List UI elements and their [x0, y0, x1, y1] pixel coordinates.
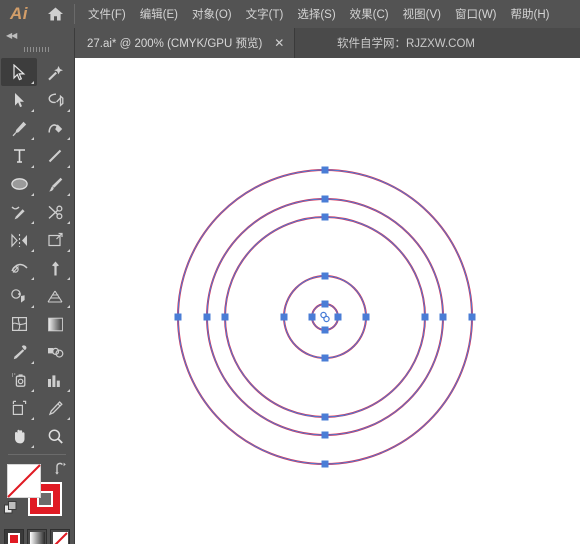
anchor-point[interactable] — [321, 460, 329, 468]
document-tab-label: 27.ai* @ 200% (CMYK/GPU 预览) — [87, 38, 263, 50]
pen-tool[interactable] — [1, 114, 37, 142]
rotate-tool[interactable] — [1, 226, 37, 254]
anchor-point[interactable] — [321, 300, 329, 308]
fill-swatch[interactable] — [7, 464, 41, 498]
anchor-point[interactable] — [321, 326, 329, 334]
tool-panel: ◀◀ — [0, 28, 75, 544]
menu-window[interactable]: 窗口(W) — [448, 0, 504, 28]
color-mode-row — [0, 529, 74, 544]
color-mode-button[interactable] — [4, 529, 24, 544]
eyedropper-tool[interactable] — [1, 338, 37, 366]
anchor-point[interactable] — [421, 313, 429, 321]
direct-selection-tool[interactable] — [1, 86, 37, 114]
scissors-tool[interactable] — [37, 198, 73, 226]
swap-fill-stroke-icon[interactable] — [54, 462, 68, 478]
home-icon[interactable] — [38, 0, 72, 28]
none-slash-icon — [7, 464, 41, 498]
anchor-point[interactable] — [321, 195, 329, 203]
width-tool[interactable] — [1, 254, 37, 282]
collapse-panel-icon[interactable]: ◀◀ — [0, 28, 74, 42]
anchor-point[interactable] — [321, 431, 329, 439]
anchor-point[interactable] — [174, 313, 182, 321]
menu-file[interactable]: 文件(F) — [81, 0, 133, 28]
document-tab[interactable]: 27.ai* @ 200% (CMYK/GPU 预览) ✕ — [75, 28, 296, 58]
tool-flyout-marker — [31, 81, 34, 84]
menu-edit[interactable]: 编辑(E) — [133, 0, 185, 28]
close-icon[interactable]: ✕ — [262, 37, 294, 49]
gradient-mode-button[interactable] — [27, 529, 47, 544]
slice-tool[interactable] — [37, 394, 73, 422]
perspective-grid-tool[interactable] — [37, 282, 73, 310]
menu-object[interactable]: 对象(O) — [185, 0, 239, 28]
tool-grid — [0, 56, 74, 450]
symbol-sprayer-tool[interactable] — [1, 366, 37, 394]
none-mode-button[interactable] — [50, 529, 70, 544]
menu-type[interactable]: 文字(T) — [239, 0, 291, 28]
artwork-circles — [174, 166, 476, 468]
menu-bar: Ai 文件(F) 编辑(E) 对象(O) 文字(T) 选择(S) 效果(C) 视… — [0, 0, 580, 28]
anchor-point[interactable] — [321, 272, 329, 280]
fill-stroke-area — [0, 459, 74, 527]
free-transform-tool[interactable] — [37, 226, 73, 254]
menu-separator — [74, 4, 75, 24]
blend-tool[interactable] — [37, 338, 73, 366]
artboard-canvas[interactable] — [75, 58, 580, 544]
anchor-point[interactable] — [280, 313, 288, 321]
anchor-point[interactable] — [308, 313, 316, 321]
document-tab-bar: 27.ai* @ 200% (CMYK/GPU 预览) ✕ 软件自学网：RJZX… — [75, 28, 580, 58]
anchor-point[interactable] — [221, 313, 229, 321]
anchor-point[interactable] — [334, 313, 342, 321]
anchor-point[interactable] — [439, 313, 447, 321]
shape-builder-tool[interactable] — [1, 282, 37, 310]
illustrator-window: Ai 文件(F) 编辑(E) 对象(O) 文字(T) 选择(S) 效果(C) 视… — [0, 0, 580, 544]
link-anchor-icon — [320, 311, 330, 323]
hand-tool[interactable] — [1, 422, 37, 450]
anchor-point[interactable] — [468, 313, 476, 321]
menu-effect[interactable]: 效果(C) — [343, 0, 396, 28]
column-graph-tool[interactable] — [37, 366, 73, 394]
tool-divider — [8, 454, 66, 455]
default-fill-stroke-icon[interactable] — [4, 501, 17, 514]
zoom-tool[interactable] — [37, 422, 73, 450]
puppet-warp-tool[interactable] — [37, 254, 73, 282]
shaper-tool[interactable] — [1, 198, 37, 226]
menu-view[interactable]: 视图(V) — [396, 0, 448, 28]
anchor-point[interactable] — [321, 213, 329, 221]
curvature-tool[interactable] — [37, 114, 73, 142]
paintbrush-tool[interactable] — [37, 170, 73, 198]
anchor-point[interactable] — [321, 354, 329, 362]
line-segment-tool[interactable] — [37, 142, 73, 170]
lasso-tool[interactable] — [37, 86, 73, 114]
app-logo: Ai — [10, 4, 28, 23]
ellipse-tool[interactable] — [1, 170, 37, 198]
anchor-point[interactable] — [321, 413, 329, 421]
artboard-tool[interactable] — [1, 394, 37, 422]
anchor-point[interactable] — [321, 166, 329, 174]
anchor-point[interactable] — [203, 313, 211, 321]
gradient-tool[interactable] — [37, 310, 73, 338]
panel-drag-handle[interactable] — [0, 42, 74, 56]
anchor-point[interactable] — [362, 313, 370, 321]
type-tool[interactable] — [1, 142, 37, 170]
menu-select[interactable]: 选择(S) — [290, 0, 342, 28]
menu-help[interactable]: 帮助(H) — [504, 0, 557, 28]
magic-wand-tool[interactable] — [37, 58, 73, 86]
mesh-tool[interactable] — [1, 310, 37, 338]
selection-tool[interactable] — [1, 58, 37, 86]
watermark-text: 软件自学网：RJZXW.COM — [337, 38, 475, 50]
